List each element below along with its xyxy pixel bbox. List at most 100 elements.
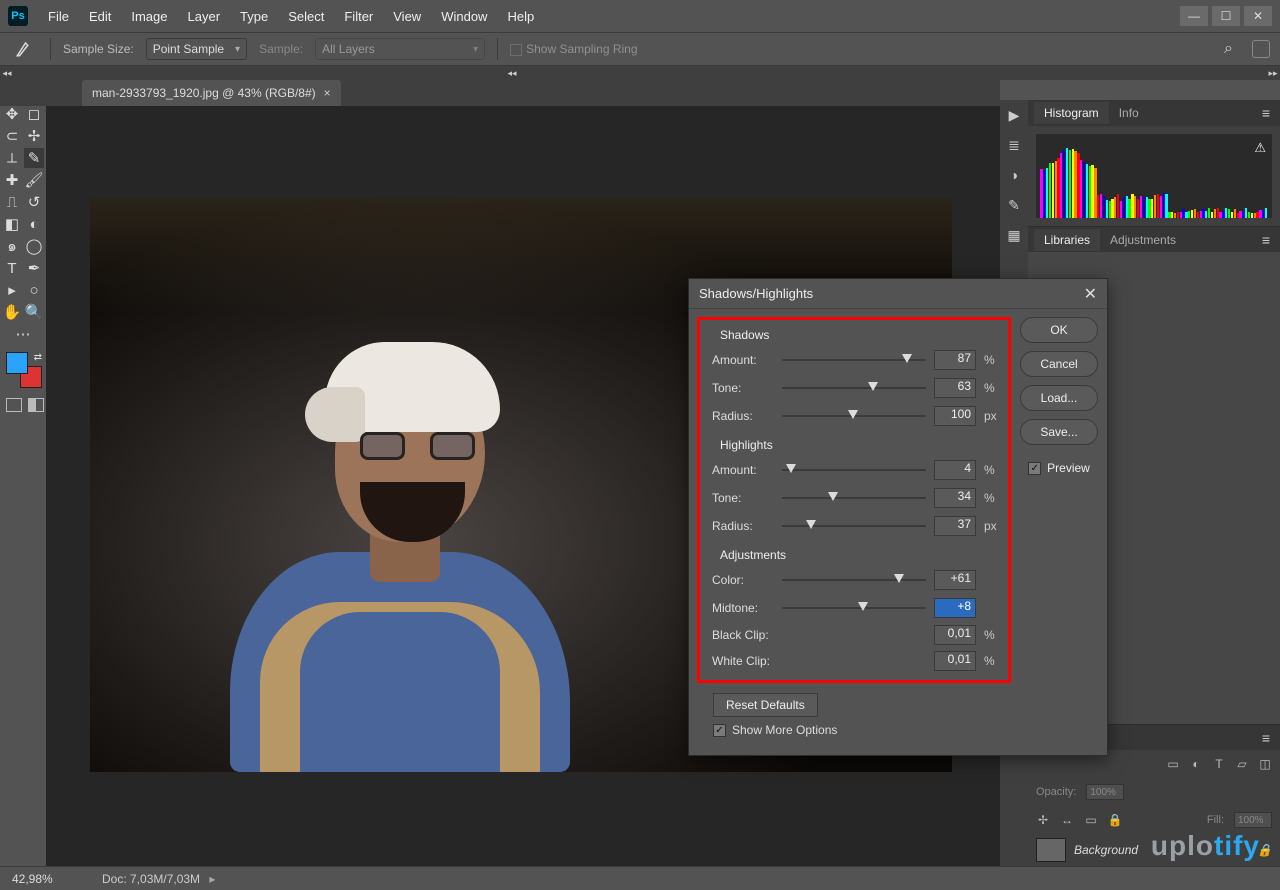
lock-pixels-icon[interactable]: ✢ <box>1036 813 1050 827</box>
swap-colors-icon[interactable]: ⇄ <box>34 352 42 363</box>
document-tab[interactable]: man-2933793_1920.jpg @ 43% (RGB/8#) × <box>82 80 341 106</box>
panel-menu-icon[interactable]: ≡ <box>1258 730 1274 746</box>
frame-icon[interactable] <box>1252 40 1270 58</box>
midtone-input[interactable]: +8 <box>934 598 976 618</box>
move-tool[interactable]: ✥ <box>2 104 22 124</box>
zoom-tool[interactable]: 🔍 <box>24 302 44 322</box>
menu-file[interactable]: File <box>38 5 79 28</box>
doc-size[interactable]: Doc: 7,03M/7,03M ▸ <box>102 872 215 886</box>
stamp-tool[interactable]: ⎍ <box>2 192 22 212</box>
filter-image-icon[interactable]: ▭ <box>1166 757 1180 771</box>
panel-menu-icon[interactable]: ≡ <box>1258 232 1274 248</box>
menu-window[interactable]: Window <box>431 5 497 28</box>
minimize-button[interactable]: — <box>1180 6 1208 26</box>
filter-shape-icon[interactable]: ▱ <box>1235 757 1249 771</box>
shadows-radius-slider[interactable] <box>782 409 926 423</box>
highlights-amount-input[interactable]: 4 <box>934 460 976 480</box>
filter-adjust-icon[interactable]: ◐ <box>1189 757 1203 771</box>
quick-select-tool[interactable]: ✢ <box>24 126 44 146</box>
menu-filter[interactable]: Filter <box>334 5 383 28</box>
cancel-button[interactable]: Cancel <box>1020 351 1098 377</box>
save-button[interactable]: Save... <box>1020 419 1098 445</box>
shadows-radius-input[interactable]: 100 <box>934 406 976 426</box>
history-brush-tool[interactable]: ↺ <box>24 192 44 212</box>
show-more-checkbox[interactable]: ✓ <box>713 724 726 737</box>
tab-info[interactable]: Info <box>1109 102 1149 124</box>
menu-help[interactable]: Help <box>497 5 544 28</box>
color-input[interactable]: +61 <box>934 570 976 590</box>
tab-histogram[interactable]: Histogram <box>1034 102 1109 124</box>
collapse-mid-icon[interactable]: ◂◂ <box>505 66 519 80</box>
panel-menu-icon[interactable]: ≡ <box>1258 105 1274 121</box>
filter-smart-icon[interactable]: ◫ <box>1258 757 1272 771</box>
highlights-tone-slider[interactable] <box>782 491 926 505</box>
black-clip-input[interactable]: 0,01 <box>934 625 976 645</box>
opacity-value[interactable]: 100% <box>1086 784 1124 800</box>
pen-tool[interactable]: ✒ <box>24 258 44 278</box>
hand-tool[interactable]: ✋ <box>2 302 22 322</box>
highlights-amount-slider[interactable] <box>782 463 926 477</box>
eraser-tool[interactable]: ◧ <box>2 214 22 234</box>
shape-tool[interactable]: ○ <box>24 280 44 300</box>
ok-button[interactable]: OK <box>1020 317 1098 343</box>
collapse-right-icon[interactable]: ▸▸ <box>1266 66 1280 80</box>
brush-settings-icon[interactable]: ✎ <box>1005 196 1023 214</box>
current-tool-icon[interactable] <box>10 38 38 60</box>
reset-defaults-button[interactable]: Reset Defaults <box>713 693 818 717</box>
tab-adjustments[interactable]: Adjustments <box>1100 229 1186 251</box>
fill-value[interactable]: 100% <box>1234 812 1272 828</box>
close-window-button[interactable]: ✕ <box>1244 6 1272 26</box>
shadows-tone-slider[interactable] <box>782 381 926 395</box>
eyedropper-tool[interactable]: ✎ <box>24 148 44 168</box>
zoom-level[interactable]: 42,98% <box>12 872 72 886</box>
lock-all-icon[interactable]: 🔒 <box>1108 813 1122 827</box>
search-icon[interactable]: ⌕ <box>1224 40 1242 58</box>
shadows-amount-slider[interactable] <box>782 353 926 367</box>
highlights-radius-input[interactable]: 37 <box>934 516 976 536</box>
properties-icon[interactable]: ≣ <box>1005 136 1023 154</box>
highlights-tone-input[interactable]: 34 <box>934 488 976 508</box>
dialog-titlebar[interactable]: Shadows/Highlights ✕ <box>689 279 1107 309</box>
brush-tool[interactable]: 🖌 <box>24 170 44 190</box>
play-icon[interactable]: ▶ <box>1005 106 1023 124</box>
more-tools[interactable]: ⋯ <box>13 324 33 344</box>
tab-libraries[interactable]: Libraries <box>1034 229 1100 251</box>
blur-tool[interactable]: ๑ <box>2 236 22 256</box>
filter-type-icon[interactable]: T <box>1212 757 1226 771</box>
color-slider[interactable] <box>782 573 926 587</box>
marquee-tool[interactable]: ◻ <box>24 104 44 124</box>
menu-layer[interactable]: Layer <box>178 5 231 28</box>
adjust-icon[interactable]: ◑ <box>1005 166 1023 184</box>
type-tool[interactable]: T <box>2 258 22 278</box>
healing-tool[interactable]: ✚ <box>2 170 22 190</box>
collapse-left-icon[interactable]: ◂◂ <box>0 66 14 80</box>
lock-position-icon[interactable]: ↔ <box>1060 813 1074 827</box>
menu-select[interactable]: Select <box>278 5 334 28</box>
dodge-tool[interactable]: ◯ <box>24 236 44 256</box>
foreground-color[interactable] <box>6 352 28 374</box>
swatches-icon[interactable]: ▦ <box>1005 226 1023 244</box>
lock-artboard-icon[interactable]: ▭ <box>1084 813 1098 827</box>
lasso-tool[interactable]: ⊂ <box>2 126 22 146</box>
standard-mode-icon[interactable] <box>6 398 22 412</box>
white-clip-input[interactable]: 0,01 <box>934 651 976 671</box>
crop-tool[interactable]: ⟂ <box>2 148 22 168</box>
shadows-tone-input[interactable]: 63 <box>934 378 976 398</box>
sample-size-select[interactable]: Point Sample <box>146 38 247 60</box>
menu-type[interactable]: Type <box>230 5 278 28</box>
quickmask-mode-icon[interactable] <box>28 398 44 412</box>
highlights-radius-slider[interactable] <box>782 519 926 533</box>
load-button[interactable]: Load... <box>1020 385 1098 411</box>
gradient-tool[interactable]: ◐ <box>24 214 44 234</box>
path-select-tool[interactable]: ▸ <box>2 280 22 300</box>
shadows-amount-input[interactable]: 87 <box>934 350 976 370</box>
maximize-button[interactable]: ☐ <box>1212 6 1240 26</box>
close-dialog-icon[interactable]: ✕ <box>1084 284 1097 304</box>
menu-edit[interactable]: Edit <box>79 5 121 28</box>
color-swatches[interactable]: ⇄ <box>6 352 42 388</box>
preview-checkbox[interactable]: ✓ <box>1028 462 1041 475</box>
close-tab-icon[interactable]: × <box>324 86 331 100</box>
midtone-slider[interactable] <box>782 601 926 615</box>
menu-image[interactable]: Image <box>121 5 177 28</box>
menu-view[interactable]: View <box>383 5 431 28</box>
